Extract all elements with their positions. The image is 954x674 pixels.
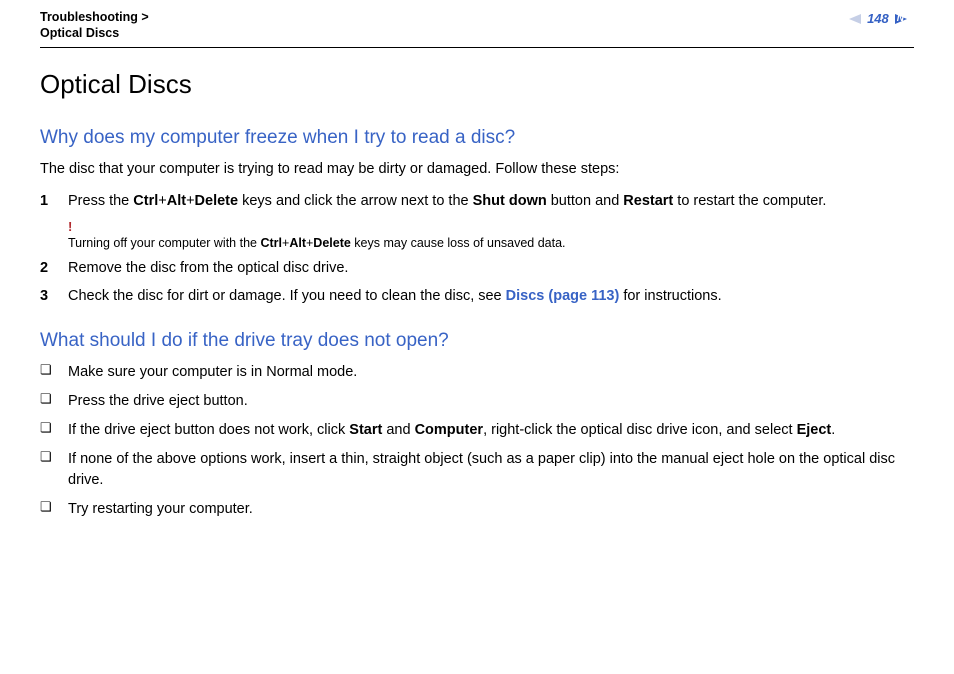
- page-number-nav: 148 N: [849, 10, 914, 29]
- bullet-list: ❏ Make sure your computer is in Normal m…: [40, 362, 914, 520]
- steps-list: 1 Press the Ctrl+Alt+Delete keys and cli…: [40, 191, 914, 307]
- step-number: 2: [40, 258, 68, 279]
- list-item: ❏ If none of the above options work, ins…: [40, 449, 914, 491]
- bullet-text: If none of the above options work, inser…: [68, 449, 914, 491]
- bullet-icon: ❏: [40, 391, 68, 408]
- key-delete: Delete: [195, 193, 239, 209]
- list-item: ❏ Make sure your computer is in Normal m…: [40, 362, 914, 383]
- list-item: ❏ Press the drive eject button.: [40, 391, 914, 412]
- warning-icon: !: [68, 218, 914, 237]
- page-number: 148: [867, 10, 889, 29]
- section1-heading: Why does my computer freeze when I try t…: [40, 124, 914, 152]
- bullet-text: Try restarting your computer.: [68, 499, 914, 520]
- bullet-icon: ❏: [40, 449, 68, 466]
- step-text: Remove the disc from the optical disc dr…: [68, 258, 914, 279]
- step-2: 2 Remove the disc from the optical disc …: [40, 258, 914, 279]
- breadcrumb: Troubleshooting > Optical Discs: [40, 10, 149, 41]
- key-ctrl: Ctrl: [133, 193, 158, 209]
- list-item: ❏ Try restarting your computer.: [40, 499, 914, 520]
- bullet-icon: ❏: [40, 420, 68, 437]
- bullet-text: Press the drive eject button.: [68, 391, 914, 412]
- step-number: 3: [40, 286, 68, 307]
- start-label: Start: [349, 422, 382, 438]
- breadcrumb-current: Optical Discs: [40, 26, 119, 40]
- text: Press the: [68, 193, 133, 209]
- computer-label: Computer: [415, 422, 483, 438]
- key-alt: Alt: [167, 193, 186, 209]
- section2-heading: What should I do if the drive tray does …: [40, 327, 914, 355]
- list-item: ❏ If the drive eject button does not wor…: [40, 420, 914, 441]
- discs-link[interactable]: Discs (page 113): [506, 288, 620, 304]
- step-1: 1 Press the Ctrl+Alt+Delete keys and cli…: [40, 191, 914, 253]
- prev-page-icon[interactable]: [849, 14, 861, 24]
- document-page: Troubleshooting > Optical Discs 148 N Op…: [0, 0, 954, 548]
- restart-label: Restart: [623, 193, 673, 209]
- bullet-text: Make sure your computer is in Normal mod…: [68, 362, 914, 383]
- eject-label: Eject: [797, 422, 832, 438]
- bullet-icon: ❏: [40, 499, 68, 516]
- step-3: 3 Check the disc for dirt or damage. If …: [40, 286, 914, 307]
- shut-down-label: Shut down: [473, 193, 547, 209]
- section1-intro: The disc that your computer is trying to…: [40, 159, 914, 180]
- bullet-icon: ❏: [40, 362, 68, 379]
- step-number: 1: [40, 191, 68, 212]
- warning-note: ! Turning off your computer with the Ctr…: [68, 218, 914, 253]
- page-header: Troubleshooting > Optical Discs 148 N: [40, 10, 914, 48]
- breadcrumb-sep: >: [141, 10, 148, 24]
- breadcrumb-parent[interactable]: Troubleshooting: [40, 10, 138, 24]
- next-page-label: N: [897, 12, 904, 27]
- page-title: Optical Discs: [40, 66, 914, 104]
